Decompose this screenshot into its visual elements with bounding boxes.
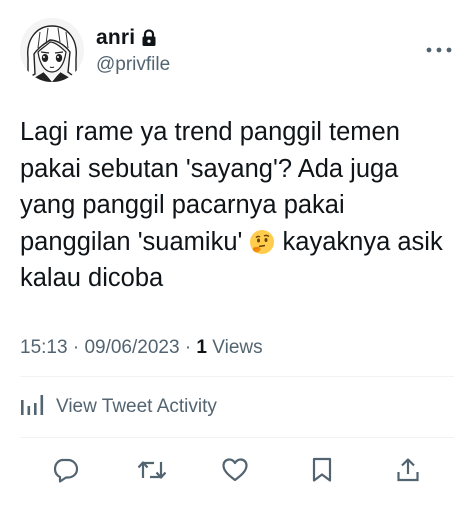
name-block: anri @privfile: [96, 26, 170, 76]
share-button[interactable]: [392, 456, 424, 484]
display-name-row: anri: [96, 26, 170, 50]
tweet-detail: anri @privfile Lagi rame ya trend panggi…: [0, 0, 474, 510]
tweet-actions: [0, 452, 474, 488]
view-tweet-activity-label: View Tweet Activity: [56, 396, 217, 417]
bookmark-icon: [312, 457, 332, 482]
heart-icon: [222, 458, 248, 482]
user-handle[interactable]: @privfile: [96, 54, 170, 76]
tweet-date[interactable]: 09/06/2023: [84, 337, 179, 358]
more-options-button[interactable]: [424, 40, 454, 60]
like-button[interactable]: [219, 456, 251, 484]
bar-chart-icon: [20, 394, 46, 421]
tweet-header: anri @privfile: [20, 18, 454, 82]
display-name[interactable]: anri: [96, 26, 135, 50]
views-label: Views: [212, 337, 263, 358]
views-count: 1: [196, 337, 207, 358]
avatar[interactable]: [20, 18, 84, 82]
view-tweet-activity-link[interactable]: View Tweet Activity: [20, 393, 217, 421]
tweet-meta: 15:13 · 09/06/2023 · 1 Views: [20, 337, 263, 359]
more-icon: [426, 47, 452, 53]
bookmark-button[interactable]: [306, 456, 338, 484]
meta-separator: ·: [184, 337, 192, 358]
lock-icon: [141, 29, 157, 47]
meta-separator: ·: [72, 337, 80, 358]
thinking-face-emoji-icon: [249, 229, 275, 255]
reply-icon: [53, 458, 79, 483]
retweet-icon: [137, 461, 167, 479]
reply-button[interactable]: [50, 456, 82, 484]
divider: [20, 376, 454, 377]
tweet-text: Lagi rame ya trend panggil temen pakai s…: [20, 114, 460, 297]
share-icon: [397, 458, 419, 482]
retweet-button[interactable]: [136, 456, 168, 484]
divider: [20, 437, 454, 438]
anime-girl-avatar-icon: [20, 18, 84, 82]
tweet-time[interactable]: 15:13: [20, 337, 68, 358]
